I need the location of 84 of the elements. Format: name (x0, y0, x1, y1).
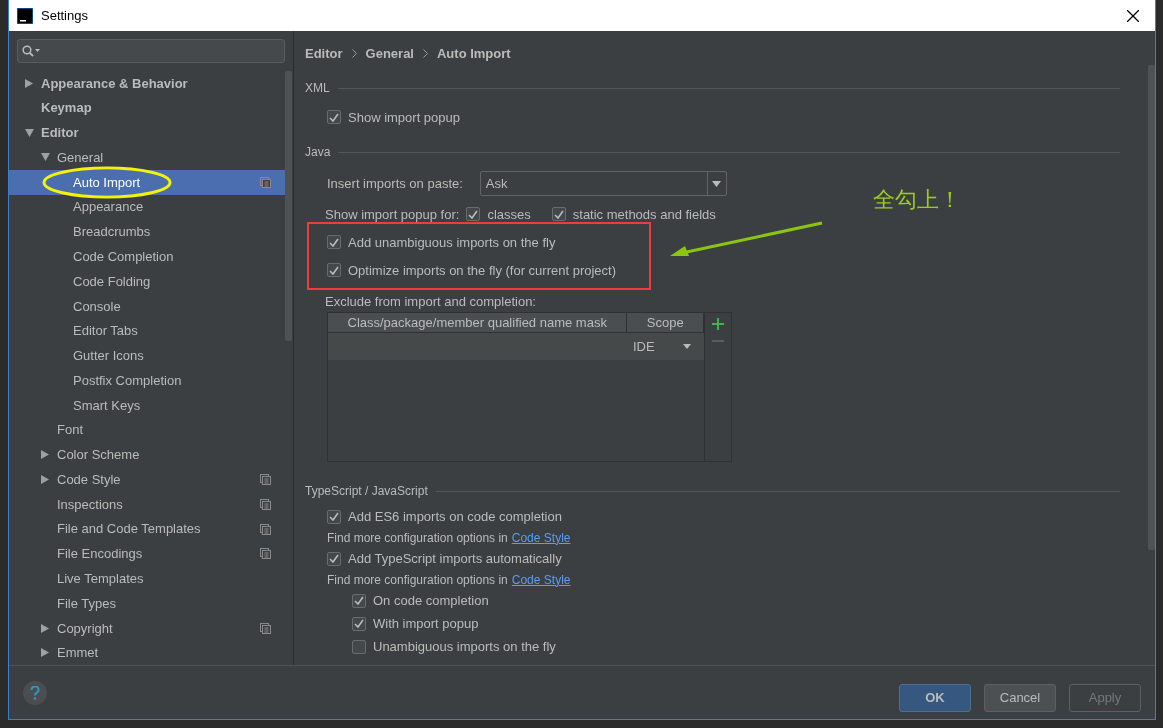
code-style-link[interactable]: Code Style (511, 530, 571, 545)
tree-item[interactable]: Breadcrumbs (9, 219, 285, 245)
checkbox[interactable] (352, 593, 366, 608)
breadcrumb-item[interactable]: General (365, 45, 414, 61)
tree-item[interactable]: Appearance & Behavior (9, 70, 285, 96)
chevron-right-icon (423, 48, 428, 58)
dialog-button[interactable]: OK (899, 683, 971, 712)
triangle-right-icon[interactable] (41, 623, 49, 633)
tree-item[interactable]: Appearance (9, 194, 285, 220)
tree-item[interactable]: Code Completion (9, 244, 285, 269)
tree-item[interactable]: Copyright (9, 615, 285, 641)
tree-item[interactable]: Editor Tabs (9, 318, 285, 344)
checkbox[interactable] (327, 509, 341, 524)
checkbox[interactable] (327, 235, 341, 249)
app-logo-icon (17, 7, 33, 24)
caret-icon (712, 180, 722, 187)
breadcrumb-item[interactable]: Editor (305, 45, 343, 61)
hint-text: Find more configuration options in (327, 572, 508, 587)
tree-item[interactable]: General (9, 145, 285, 170)
checkbox[interactable] (352, 616, 366, 631)
triangle-down-icon[interactable] (25, 128, 34, 137)
checkbox[interactable] (327, 263, 341, 277)
tree-item[interactable]: Keymap (9, 95, 285, 121)
section-title: TypeScript / JavaScript (305, 484, 428, 498)
checkbox[interactable] (327, 551, 341, 566)
tree-item[interactable]: File and Code Templates (9, 516, 285, 542)
checkbox-label: On code completion (373, 593, 489, 608)
help-button[interactable] (23, 680, 47, 705)
checkbox-label: static methods and fields (572, 206, 716, 222)
tree-item[interactable]: Gutter Icons (9, 343, 285, 368)
tree-item[interactable]: File Types (9, 590, 285, 616)
scrollbar[interactable] (1148, 65, 1155, 550)
annotation-note: 全勾上！ (873, 186, 961, 214)
close-icon[interactable] (1127, 9, 1139, 22)
breadcrumb-item[interactable]: Auto Import (437, 45, 511, 61)
tree-item[interactable]: Live Templates (9, 566, 285, 591)
checkbox-label: Add unambiguous imports on the fly (348, 234, 556, 250)
column-header[interactable]: Class/package/member qualified name mask (328, 313, 628, 332)
triangle-right-icon[interactable] (41, 450, 49, 460)
section-title: XML (305, 81, 330, 95)
caret-icon[interactable] (682, 344, 691, 349)
tree-item[interactable]: Code Folding (9, 268, 285, 294)
checkbox-label: Show import popup (348, 109, 460, 125)
section-title: Java (305, 145, 331, 159)
tree-item[interactable]: Smart Keys (9, 392, 285, 418)
table-cell[interactable]: IDE (633, 339, 655, 354)
question-icon (30, 685, 40, 700)
triangle-right-icon[interactable] (41, 648, 49, 658)
search-icon (22, 44, 40, 57)
tree-item[interactable]: File Encodings (9, 541, 285, 567)
dropdown[interactable]: Ask (479, 171, 727, 196)
field-label: Show import popup for: (325, 206, 460, 222)
checkbox[interactable] (466, 207, 481, 221)
triangle-down-icon[interactable] (41, 153, 50, 162)
checkbox[interactable] (327, 110, 341, 124)
tree-item[interactable]: Font (9, 417, 285, 443)
search-field[interactable] (17, 39, 285, 63)
checkbox[interactable] (551, 207, 566, 221)
triangle-right-icon[interactable] (25, 78, 33, 88)
checkbox-label: Unambiguous imports on the fly (373, 639, 556, 654)
tree-item[interactable]: Code Style (9, 467, 285, 492)
tree-item[interactable]: Console (9, 293, 285, 319)
checkbox-label: Optimize imports on the fly (for current project) (348, 262, 617, 278)
checkbox-label: classes (487, 206, 531, 222)
checkbox-label: Add TypeScript imports automatically (348, 551, 562, 566)
dialog-button[interactable]: Cancel (984, 683, 1056, 712)
tree-item[interactable]: Emmet (9, 640, 285, 666)
checkbox[interactable] (352, 639, 366, 654)
checkbox-label: With import popup (373, 616, 479, 631)
column-header[interactable]: Scope (627, 313, 704, 332)
code-style-link[interactable]: Code Style (511, 572, 571, 587)
tree-item[interactable]: Inspections (9, 491, 285, 517)
tree-item[interactable]: Postfix Completion (9, 367, 285, 393)
window-title: Settings (41, 8, 89, 23)
scrollbar[interactable] (285, 71, 292, 341)
field-label: Insert imports on paste: (327, 176, 463, 191)
tree-item[interactable]: Editor (9, 120, 285, 146)
plus-icon[interactable] (712, 318, 724, 330)
triangle-right-icon[interactable] (41, 474, 49, 484)
chevron-right-icon (351, 48, 357, 58)
tree-item[interactable]: Color Scheme (9, 442, 285, 468)
table-label: Exclude from import and completion: (325, 293, 536, 309)
hint-text: Find more configuration options in (327, 530, 508, 545)
checkbox-label: Add ES6 imports on code completion (348, 509, 562, 524)
